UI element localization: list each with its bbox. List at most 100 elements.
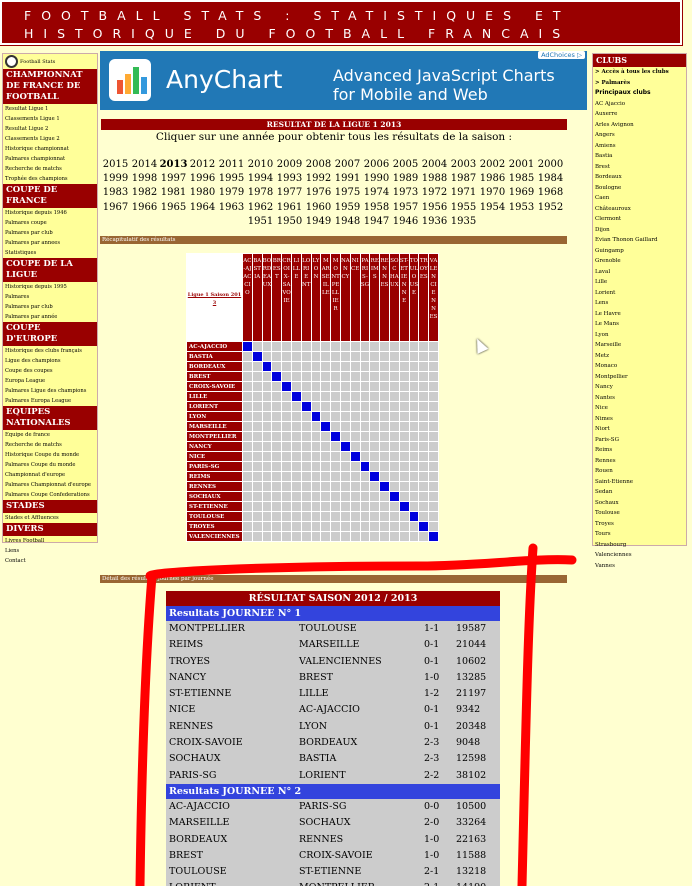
matrix-cell[interactable] bbox=[310, 361, 322, 372]
matrix-cell[interactable] bbox=[339, 381, 351, 392]
matrix-cell[interactable] bbox=[398, 521, 410, 532]
matrix-cell[interactable] bbox=[349, 371, 361, 382]
matrix-cell[interactable] bbox=[300, 351, 312, 362]
club-link[interactable]: Grenoble bbox=[593, 256, 686, 267]
matrix-cell[interactable] bbox=[281, 481, 292, 492]
team-row-label[interactable]: TROYES bbox=[186, 521, 243, 532]
club-link[interactable]: Troyes bbox=[593, 519, 686, 530]
matrix-cell[interactable] bbox=[369, 401, 381, 412]
matrix-cell[interactable] bbox=[398, 351, 410, 362]
matrix-cell[interactable] bbox=[300, 381, 312, 392]
matrix-cell[interactable] bbox=[300, 481, 312, 492]
matrix-cell[interactable] bbox=[339, 341, 351, 352]
club-link[interactable]: Brest bbox=[593, 162, 686, 173]
matrix-cell[interactable] bbox=[242, 521, 253, 532]
matrix-cell[interactable] bbox=[339, 521, 351, 532]
matrix-cell[interactable] bbox=[310, 471, 322, 482]
year-link[interactable]: 1963 bbox=[217, 202, 246, 216]
matrix-cell[interactable] bbox=[428, 361, 439, 372]
club-link[interactable]: Rennes bbox=[593, 456, 686, 467]
team-row-label[interactable]: NANCY bbox=[186, 441, 243, 452]
matrix-cell[interactable] bbox=[408, 521, 420, 532]
team-row-label[interactable]: SOCHAUX bbox=[186, 491, 243, 502]
club-link[interactable]: Le Mans bbox=[593, 319, 686, 330]
matrix-cell[interactable] bbox=[251, 501, 263, 512]
year-link[interactable]: 1980 bbox=[188, 187, 217, 201]
matrix-cell[interactable] bbox=[408, 361, 420, 372]
year-link[interactable]: 1959 bbox=[333, 202, 362, 216]
matrix-cell[interactable] bbox=[418, 341, 430, 352]
matrix-cell[interactable] bbox=[271, 361, 283, 372]
club-link[interactable]: Châteauroux bbox=[593, 204, 686, 215]
team-row-label[interactable]: AC-AJACCIO bbox=[186, 341, 243, 352]
matrix-cell[interactable] bbox=[330, 371, 341, 382]
matrix-cell[interactable] bbox=[300, 501, 312, 512]
matrix-cell[interactable] bbox=[310, 461, 322, 472]
year-link[interactable]: 2004 bbox=[420, 159, 449, 173]
matrix-cell[interactable] bbox=[359, 421, 371, 432]
matrix-cell[interactable] bbox=[300, 531, 312, 542]
year-link[interactable]: 1962 bbox=[246, 202, 275, 216]
adchoices-badge[interactable]: AdChoices ▷ bbox=[538, 51, 585, 59]
matrix-cell[interactable] bbox=[349, 361, 361, 372]
club-link[interactable]: Nantes bbox=[593, 393, 686, 404]
matrix-cell[interactable] bbox=[359, 501, 371, 512]
nav-link[interactable]: Palmares bbox=[3, 292, 97, 302]
matrix-cell[interactable] bbox=[379, 461, 390, 472]
matrix-cell[interactable] bbox=[242, 451, 253, 462]
club-link[interactable]: Angers bbox=[593, 130, 686, 141]
matrix-cell[interactable] bbox=[418, 361, 430, 372]
nav-link[interactable]: Equipe de france bbox=[3, 430, 97, 440]
matrix-cell[interactable] bbox=[379, 501, 390, 512]
matrix-cell[interactable] bbox=[290, 471, 302, 482]
matrix-cell[interactable] bbox=[281, 401, 292, 412]
matrix-cell[interactable] bbox=[408, 391, 420, 402]
club-link[interactable]: Rouen bbox=[593, 466, 686, 477]
club-link[interactable]: Amiens bbox=[593, 141, 686, 152]
nav-link[interactable]: Stades et Affluences bbox=[3, 513, 97, 523]
year-link[interactable]: 2014 bbox=[130, 159, 159, 173]
matrix-cell[interactable] bbox=[320, 461, 332, 472]
team-column-header[interactable]: PARIS-SG bbox=[359, 253, 371, 342]
team-row-label[interactable]: REIMS bbox=[186, 471, 243, 482]
matrix-cell[interactable] bbox=[330, 501, 341, 512]
matrix-cell[interactable] bbox=[408, 491, 420, 502]
year-link[interactable]: 2012 bbox=[188, 159, 217, 173]
matrix-cell[interactable] bbox=[349, 501, 361, 512]
matrix-cell[interactable] bbox=[251, 521, 263, 532]
matrix-cell[interactable] bbox=[339, 361, 351, 372]
matrix-cell[interactable] bbox=[428, 441, 439, 452]
matrix-cell[interactable] bbox=[418, 531, 430, 542]
team-column-header[interactable]: MONTPELLIER bbox=[330, 253, 341, 342]
year-link[interactable]: 1983 bbox=[101, 187, 130, 201]
matrix-cell[interactable] bbox=[418, 501, 430, 512]
matrix-cell[interactable] bbox=[398, 471, 410, 482]
matrix-cell[interactable] bbox=[369, 441, 381, 452]
matrix-cell[interactable] bbox=[418, 451, 430, 462]
matrix-cell[interactable] bbox=[251, 491, 263, 502]
year-link[interactable]: 1985 bbox=[507, 173, 536, 187]
matrix-cell[interactable] bbox=[339, 501, 351, 512]
matrix-cell[interactable] bbox=[379, 401, 390, 412]
matrix-cell[interactable] bbox=[290, 431, 302, 442]
club-link[interactable]: Lyon bbox=[593, 330, 686, 341]
matrix-cell[interactable] bbox=[418, 471, 430, 482]
matrix-cell[interactable] bbox=[320, 471, 332, 482]
club-link[interactable]: Strasbourg bbox=[593, 540, 686, 551]
matrix-cell[interactable] bbox=[339, 491, 351, 502]
matrix-cell[interactable] bbox=[261, 511, 273, 522]
year-link[interactable]: 1961 bbox=[275, 202, 304, 216]
matrix-cell[interactable] bbox=[320, 361, 332, 372]
nav-link[interactable]: Liens bbox=[3, 546, 97, 556]
matrix-cell[interactable] bbox=[388, 501, 400, 512]
nav-link[interactable]: Palmares par club bbox=[3, 302, 97, 312]
nav-link[interactable]: Recherche de matchs bbox=[3, 164, 97, 174]
matrix-cell[interactable] bbox=[310, 341, 322, 352]
nav-link[interactable]: Contact bbox=[3, 556, 97, 566]
matrix-cell[interactable] bbox=[290, 411, 302, 422]
matrix-cell[interactable] bbox=[339, 411, 351, 422]
matrix-cell[interactable] bbox=[359, 521, 371, 532]
matrix-cell[interactable] bbox=[290, 481, 302, 492]
matrix-cell[interactable] bbox=[310, 491, 322, 502]
matrix-cell[interactable] bbox=[320, 371, 332, 382]
